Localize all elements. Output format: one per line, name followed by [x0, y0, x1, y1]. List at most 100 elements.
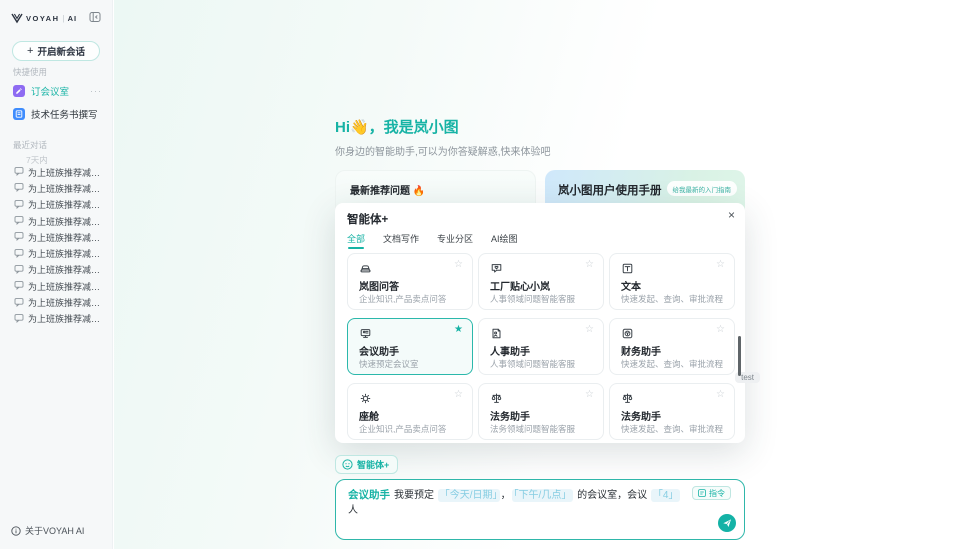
agent-card-title: 法务助手 [490, 408, 530, 423]
conversation-title: 为上班族推荐减脂一... [28, 166, 108, 179]
chat-icon [8, 199, 28, 211]
agent-card-文本[interactable]: ☆文本快速发起、查询、审批流程 [609, 253, 735, 310]
more-icon[interactable]: ··· [90, 86, 102, 96]
conversation-item[interactable]: 为上班族推荐减脂一... [8, 294, 108, 310]
agents-modal: 智能体+ × 全部 文档写作 专业分区 AI绘图 ☆岚图问答企业知识,产品卖点问答☆工… [335, 203, 745, 443]
agent-card-人事助手[interactable]: ☆人事助手人事领域问题智能客服 [478, 318, 604, 375]
agent-card-description: 快速发起、查询、审批流程 [621, 293, 723, 305]
star-icon[interactable]: ☆ [716, 259, 725, 270]
agent-card-岚图问答[interactable]: ☆岚图问答企业知识,产品卖点问答 [347, 253, 473, 310]
star-icon[interactable]: ☆ [716, 389, 725, 400]
conversation-title: 为上班族推荐减脂一... [28, 263, 108, 276]
agent-card-description: 企业知识,产品卖点问答 [359, 423, 446, 435]
conversation-title: 为上班族推荐减脂一... [28, 198, 108, 211]
close-icon[interactable]: × [728, 208, 735, 222]
conversation-title: 为上班族推荐减脂一... [28, 312, 108, 325]
agent-card-description: 快速发起、查询、审批流程 [621, 423, 723, 435]
chat-icon [8, 313, 28, 325]
tab-专业分区[interactable]: 专业分区 [437, 232, 473, 249]
template-token[interactable]: 「4」 [651, 489, 681, 502]
input-template-text: 会议助手我要预定 「今天/日期」，「下午/几点」 的会议室，会议 「4」 人 [348, 488, 684, 518]
agent-card-description: 快速发起、查询、审批流程 [621, 358, 723, 370]
agent-card-座舱[interactable]: ☆ 座舱企业知识,产品卖点问答 [347, 383, 473, 440]
template-text: ， [501, 490, 511, 501]
conversation-title: 为上班族推荐减脂一... [28, 247, 108, 260]
conversation-item[interactable]: 为上班族推荐减脂一... [8, 180, 108, 196]
user-manual-badge[interactable]: 给我最新的入门指南 [667, 181, 738, 196]
conversation-item[interactable]: 为上班族推荐减脂一... [8, 229, 108, 245]
chat-icon [8, 215, 28, 227]
chat-icon [8, 280, 28, 292]
logo-text-ai: AI [68, 14, 78, 23]
agent-card-description: 快速预定会议室 [359, 358, 419, 370]
agents-tabs: 全部 文档写作 专业分区 AI绘图 [347, 232, 518, 249]
chat-icon [8, 264, 28, 276]
greeting-subtitle: 你身边的智能助手,可以为你答疑解惑,快来体验吧 [335, 143, 551, 158]
agent-card-description: 人事领域问题智能客服 [490, 293, 575, 305]
command-pill[interactable]: 指令 [692, 486, 731, 500]
star-icon[interactable]: ☆ [454, 259, 463, 270]
template-text: 我要预定 [394, 490, 437, 501]
agent-card-会议助手[interactable]: ★ 会议助手快速预定会议室 [347, 318, 473, 375]
about-voyah-link[interactable]: 关于VOYAH AI [11, 524, 84, 537]
template-text: 人 [348, 505, 358, 516]
sidebar-item-tech-task-writing[interactable]: 技术任务书撰写 [8, 104, 106, 124]
agent-card-title: 会议助手 [359, 343, 399, 358]
star-icon[interactable]: ☆ [585, 324, 594, 335]
doc-icon [13, 108, 25, 120]
agent-card-title: 座舱 [359, 408, 379, 423]
conversation-title: 为上班族推荐减脂一... [28, 182, 108, 195]
chat-icon [8, 182, 28, 194]
agent-card-description: 法务领域问题智能客服 [490, 423, 575, 435]
conversation-title: 为上班族推荐减脂一... [28, 215, 108, 228]
conversation-item[interactable]: 为上班族推荐减脂一... [8, 278, 108, 294]
main-area: Hi👋，我是岚小图 你身边的智能助手,可以为你答疑解惑,快来体验吧 最新推荐问题… [114, 0, 971, 549]
quick-item-label: 技术任务书撰写 [31, 107, 98, 121]
star-icon[interactable]: ☆ [716, 324, 725, 335]
chat-icon [8, 166, 28, 178]
agents-plus-button[interactable]: 智能体+ [335, 455, 398, 474]
conversation-item[interactable]: 为上班族推荐减脂一... [8, 213, 108, 229]
pen-icon [13, 85, 25, 97]
star-icon[interactable]: ☆ [585, 259, 594, 270]
tab-文档写作[interactable]: 文档写作 [383, 232, 419, 249]
conversation-item[interactable]: 为上班族推荐减脂一... [8, 245, 108, 261]
conversation-item[interactable]: 为上班族推荐减脂一... [8, 311, 108, 327]
command-icon [698, 489, 706, 497]
agent-card-工厂贴心小岚[interactable]: ☆工厂贴心小岚人事领域问题智能客服 [478, 253, 604, 310]
sidebar-item-book-meeting-room[interactable]: 订会议室··· [8, 81, 106, 101]
user-manual-title: 岚小图用户使用手册 [558, 182, 662, 198]
conversation-item[interactable]: 为上班族推荐减脂一... [8, 262, 108, 278]
tab-全部[interactable]: 全部 [347, 232, 365, 249]
agents-modal-title: 智能体+ [347, 211, 388, 227]
agent-card-法务助手[interactable]: ☆ 法务助手法务领域问题智能客服 [478, 383, 604, 440]
conversation-title: 为上班族推荐减脂一... [28, 231, 108, 244]
new-conversation-label: 开启新会话 [37, 44, 85, 58]
message-input[interactable]: 会议助手我要预定 「今天/日期」，「下午/几点」 的会议室，会议 「4」 人 指… [335, 479, 745, 540]
template-token[interactable]: 「下午/几点」 [512, 489, 574, 502]
info-icon [11, 526, 21, 536]
logo-text-voyah: VOYAH [26, 14, 59, 23]
send-icon [722, 518, 732, 528]
agent-tag[interactable]: 会议助手 [348, 489, 390, 501]
send-button[interactable] [718, 514, 736, 532]
new-conversation-button[interactable]: + 开启新会话 [12, 41, 100, 61]
conversation-item[interactable]: 为上班族推荐减脂一... [8, 197, 108, 213]
modal-scrollbar[interactable] [738, 336, 742, 376]
agent-card-title: 财务助手 [621, 343, 661, 358]
star-icon[interactable]: ☆ [585, 389, 594, 400]
chat-icon [8, 248, 28, 260]
template-token[interactable]: 「今天/日期」 [438, 489, 500, 502]
agents-plus-label: 智能体+ [357, 458, 389, 471]
voyah-ai-app: VOYAH | AI + 开启新会话 快捷使用 订会议室···技术任务书撰写 最… [0, 0, 971, 549]
agent-card-财务助手[interactable]: ☆财务助手快速发起、查询、审批流程test [609, 318, 735, 375]
star-icon[interactable]: ★ [454, 324, 463, 335]
collapse-sidebar-icon[interactable] [89, 11, 101, 23]
conversation-item[interactable]: 为上班族推荐减脂一... [8, 164, 108, 180]
tab-AI绘图[interactable]: AI绘图 [491, 232, 518, 249]
greeting-title: Hi👋，我是岚小图 [335, 116, 459, 137]
command-pill-label: 指令 [709, 488, 725, 499]
agent-card-description: 人事领域问题智能客服 [490, 358, 575, 370]
agent-card-法务助手[interactable]: ☆法务助手快速发起、查询、审批流程 [609, 383, 735, 440]
star-icon[interactable]: ☆ [454, 389, 463, 400]
